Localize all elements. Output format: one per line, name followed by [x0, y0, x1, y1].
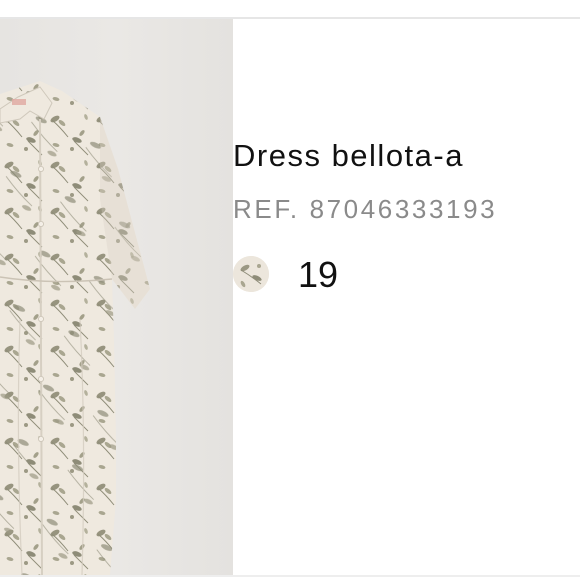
color-swatch-icon[interactable]: [233, 256, 269, 292]
product-reference: REF. 87046333193: [233, 194, 498, 224]
product-image[interactable]: [0, 19, 233, 575]
product-info: Dress bellota-a REF. 87046333193 19: [233, 19, 580, 575]
bottom-divider: [0, 575, 580, 577]
dress-illustration: [0, 81, 150, 575]
product-name[interactable]: Dress bellota-a: [233, 138, 464, 174]
product-card[interactable]: Dress bellota-a REF. 87046333193 19: [0, 0, 580, 580]
color-count: 19: [298, 254, 339, 295]
